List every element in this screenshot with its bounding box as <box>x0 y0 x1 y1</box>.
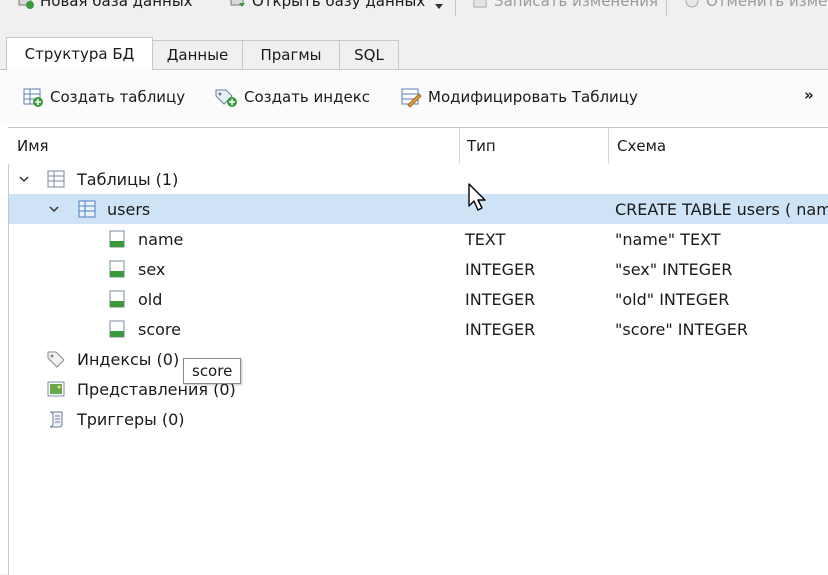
column-header-type[interactable]: Тип <box>467 128 496 164</box>
modify-table-label: Модифицировать Таблицу <box>428 88 638 106</box>
tables-group-icon <box>47 170 65 188</box>
tab-sql-label: SQL <box>354 46 384 64</box>
table-name: users <box>107 199 151 219</box>
revert-changes-label: Отменить изме <box>706 0 828 10</box>
open-database-label: Открыть базу данных <box>252 0 426 10</box>
view-image-icon <box>47 381 65 397</box>
tree-row-field[interactable]: score INTEGER "score" INTEGER <box>9 314 828 344</box>
chevron-down-icon[interactable] <box>47 194 61 224</box>
tooltip: score <box>183 358 242 384</box>
index-tag-icon <box>47 351 65 368</box>
column-divider[interactable] <box>459 128 460 164</box>
column-header-schema[interactable]: Схема <box>617 128 666 164</box>
tab-data[interactable]: Данные <box>152 40 243 69</box>
field-type: TEXT <box>465 229 506 249</box>
create-table-button[interactable]: Создать таблицу <box>22 86 185 108</box>
tables-group-label: Таблицы (1) <box>77 169 179 189</box>
mouse-cursor-icon <box>468 183 486 211</box>
field-icon <box>109 320 125 338</box>
revert-changes-icon <box>685 0 699 8</box>
revert-changes-button[interactable]: Отменить изме <box>684 0 827 11</box>
chevron-down-icon[interactable] <box>17 164 31 194</box>
modify-table-button[interactable]: Модифицировать Таблицу <box>400 86 638 108</box>
field-name: old <box>138 289 163 309</box>
create-index-button[interactable]: Создать индекс <box>214 86 370 108</box>
indexes-group-label: Индексы (0) <box>77 349 180 369</box>
table-schema: CREATE TABLE users ( nam <box>615 199 828 219</box>
field-icon <box>109 260 125 278</box>
field-icon <box>109 290 125 308</box>
trigger-script-icon <box>49 411 63 428</box>
field-schema: "name" TEXT <box>615 229 721 249</box>
toolbar-divider <box>455 0 456 16</box>
tab-data-label: Данные <box>166 46 229 64</box>
tab-db-structure[interactable]: Структура БД <box>6 37 153 70</box>
tree-row-triggers-group[interactable]: Триггеры (0) <box>9 404 828 434</box>
new-database-label: Новая база данных <box>40 0 193 10</box>
field-schema: "old" INTEGER <box>615 289 730 309</box>
create-table-icon <box>23 88 43 107</box>
tree-row-table-users[interactable]: users CREATE TABLE users ( nam <box>9 194 828 224</box>
triggers-group-label: Триггеры (0) <box>77 409 185 429</box>
tree-row-field[interactable]: old INTEGER "old" INTEGER <box>9 284 828 314</box>
column-header-name[interactable]: Имя <box>17 128 49 164</box>
field-name: sex <box>138 259 166 279</box>
field-type: INTEGER <box>465 259 536 279</box>
main-toolbar: Новая база данных Открыть базу данных За… <box>0 0 828 22</box>
tree-header <box>8 128 828 164</box>
field-name: name <box>138 229 184 249</box>
tree-row-field[interactable]: name TEXT "name" TEXT <box>9 224 828 254</box>
field-type: INTEGER <box>465 319 536 339</box>
field-schema: "score" INTEGER <box>615 319 748 339</box>
column-divider[interactable] <box>608 128 609 164</box>
table-icon <box>78 200 96 218</box>
open-database-icon <box>230 0 245 7</box>
tab-pragmas-label: Прагмы <box>260 46 322 64</box>
create-index-label: Создать индекс <box>244 88 370 106</box>
field-schema: "sex" INTEGER <box>615 259 733 279</box>
tree-row-field[interactable]: sex INTEGER "sex" INTEGER <box>9 254 828 284</box>
toolbar-divider <box>666 0 667 16</box>
tree-row-indexes-group[interactable]: Индексы (0) <box>9 344 828 374</box>
tree-row-tables-group[interactable]: Таблицы (1) <box>9 164 828 194</box>
create-index-icon <box>215 89 237 107</box>
field-name: score <box>138 319 181 339</box>
create-table-label: Создать таблицу <box>50 88 186 106</box>
open-database-dropdown-icon[interactable] <box>435 4 443 9</box>
field-icon <box>109 230 125 248</box>
modify-table-icon <box>401 88 422 108</box>
tree-row-views-group[interactable]: Представления (0) <box>9 374 828 404</box>
write-changes-button[interactable]: Записать изменения <box>472 0 658 11</box>
write-changes-icon <box>473 0 487 8</box>
tab-pragmas[interactable]: Прагмы <box>242 40 340 69</box>
new-database-icon <box>18 0 34 9</box>
write-changes-label: Записать изменения <box>494 0 659 10</box>
more-actions-button[interactable]: » <box>804 86 822 106</box>
field-type: INTEGER <box>465 289 536 309</box>
new-database-button[interactable]: Новая база данных <box>18 0 193 11</box>
open-database-button[interactable]: Открыть базу данных <box>230 0 425 11</box>
tab-db-structure-label: Структура БД <box>24 45 135 63</box>
tab-sql[interactable]: SQL <box>339 40 399 69</box>
